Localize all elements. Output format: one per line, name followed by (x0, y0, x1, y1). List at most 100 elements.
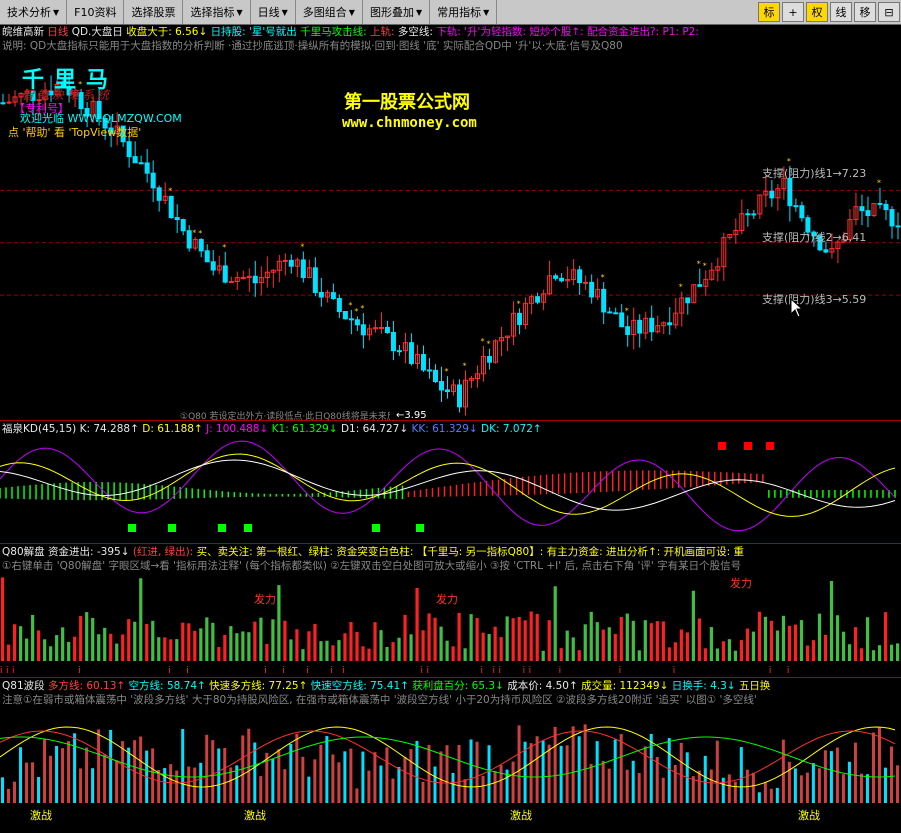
candle-body (198, 238, 204, 252)
q81-bar (175, 770, 179, 803)
q81-jizhan-label: 激战 (798, 808, 820, 822)
toolbar-button-1[interactable]: F10资料 (67, 0, 125, 24)
indicator-name[interactable]: QD.大盘日 (72, 26, 123, 38)
kd-name[interactable]: 福泉KD(45,15) (2, 423, 76, 435)
period-label[interactable]: 日线 (47, 26, 68, 38)
kd-buy-signal (416, 524, 424, 532)
q80-bar (811, 640, 816, 661)
q80-bar (853, 627, 858, 661)
candle-body (408, 342, 414, 364)
q81-bar (25, 762, 29, 803)
toolbar-button-0[interactable]: 技术分析 ▼ (0, 0, 68, 24)
toolbar-button-6[interactable]: 图形叠加 ▼ (363, 0, 431, 24)
q81-bar (223, 748, 227, 803)
q81-bar (841, 774, 845, 803)
stock-name[interactable]: 皖维高新 (2, 26, 44, 38)
star-marker: * (168, 187, 172, 196)
toolbar-button-4[interactable]: 日线 ▼ (251, 0, 296, 24)
q80-signal-mark: i (6, 666, 9, 676)
q81-bar (481, 776, 485, 803)
star-marker: * (198, 229, 202, 238)
star-marker: * (703, 261, 707, 270)
q81-bar (313, 759, 317, 803)
q81-bar (667, 738, 671, 803)
q81-panel[interactable]: 激战 激战 激战 激战 (0, 707, 901, 833)
q80-bar (103, 627, 107, 661)
candle-body (144, 162, 150, 174)
candle-body (685, 297, 691, 304)
kd-sell-signal (744, 442, 752, 450)
q81-bar (163, 768, 167, 803)
candle-body (444, 389, 450, 393)
candle-body (384, 326, 390, 334)
toolbar-toggle-2[interactable]: 权 (806, 2, 828, 22)
top-toolbar: 技术分析 ▼ F10资料 选择股票 选择指标 ▼ 日线 ▼ 多图组合 ▼ 图形叠加 ▼ 常用指标 ▼ 标 +… (0, 0, 901, 25)
toolbar-toggle-3[interactable]: 线 (830, 2, 852, 22)
toolbar-toggle-0[interactable]: 标 (758, 2, 780, 22)
q81-bar (97, 729, 101, 803)
q80-rest: 资金突变白色柱: 【千里马: 另一指标Q80】: 有主力资金: 进出分析↑: 开… (336, 546, 745, 558)
toolbar-toggle-1[interactable]: + (782, 2, 804, 22)
toolbar-toggle-5[interactable]: ⊟ (878, 2, 900, 22)
candle-body (210, 261, 216, 271)
q81-bar (337, 762, 341, 803)
q81-five: 五日换 (738, 680, 771, 692)
q80-bar (595, 622, 599, 661)
q81-bar (169, 764, 173, 803)
q80-bar (19, 626, 23, 661)
q80-bar (319, 641, 323, 661)
q81-bar (103, 754, 107, 803)
main-notice: 说明: QD大盘指标只能用于大盘指数的分析判断 ·通过抄底逃顶·操纵所有的模拟·… (2, 40, 623, 52)
candle-body (138, 162, 144, 165)
q80-bar (529, 611, 533, 661)
q81-bar (493, 770, 497, 803)
q81-bar (829, 751, 833, 803)
candle-body (793, 205, 799, 208)
q80-name[interactable]: Q80解盘 (2, 546, 45, 558)
q80-signal-mark: i (493, 666, 496, 676)
candle-body (625, 326, 631, 335)
q80-bar (871, 650, 876, 661)
q80-bar (685, 632, 689, 661)
q80-bar (763, 616, 768, 661)
q81-bar (823, 750, 827, 803)
star-marker: * (601, 273, 605, 282)
q81-bar (43, 739, 47, 803)
kd-panel[interactable] (0, 436, 901, 542)
toolbar-button-label: 日线 (257, 6, 280, 19)
q80-panel[interactable]: i i i i i i i i i i i i i i i i i i i i i i i 发力 发力 发力 (0, 573, 901, 676)
q81-bar (817, 768, 821, 803)
mouse-cursor-icon (790, 298, 804, 318)
q81-bar (631, 760, 635, 803)
q81-turn: 日换手: 4.3↓ (671, 680, 736, 692)
q80-redgreen: (红进, 绿出): (132, 546, 194, 558)
candle-body (438, 381, 444, 391)
q81-bar (445, 745, 449, 803)
q80-signal-mark: i (342, 666, 345, 676)
q80-bar (151, 620, 155, 661)
q81-name[interactable]: Q81波段 (2, 680, 45, 692)
q80-chart[interactable]: i i i i i i i i i i i i i i i i i i i i i i i发力 发力发力 (0, 573, 901, 676)
q80-bar (787, 625, 792, 661)
candle-body (517, 312, 523, 325)
toolbar-button-3[interactable]: 选择指标 ▼ (183, 0, 251, 24)
star-marker: * (625, 307, 629, 316)
q80-bar (889, 644, 894, 661)
candle-body (354, 319, 360, 326)
kd-chart[interactable] (0, 436, 901, 542)
q81-bar (703, 755, 707, 803)
toolbar-button-7[interactable]: 常用指标 ▼ (430, 0, 498, 24)
q81-chart[interactable]: 激战 激战 激战 激战 (0, 707, 901, 833)
q80-bar (139, 578, 143, 661)
toolbar-toggle-4[interactable]: 移 (854, 2, 876, 22)
q80-bar (565, 630, 569, 661)
q81-bar (751, 772, 755, 803)
q80-bar (157, 637, 161, 661)
q81-jizhan-label: 激战 (510, 808, 532, 822)
q80-bar (589, 611, 593, 661)
q81-bar (211, 740, 215, 803)
toolbar-button-2[interactable]: 选择股票 (124, 0, 184, 24)
toolbar-button-label: 常用指标 (437, 6, 482, 19)
toolbar-button-5[interactable]: 多图组合 ▼ (296, 0, 363, 24)
q80-bar (7, 644, 11, 661)
